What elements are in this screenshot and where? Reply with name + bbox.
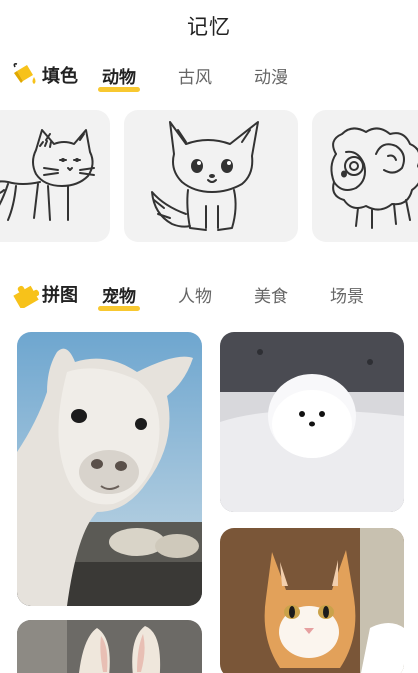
tab-ancient-style[interactable]: 古风	[176, 63, 214, 88]
tab-anime[interactable]: 动漫	[252, 63, 290, 88]
page-title: 记忆	[187, 15, 231, 39]
puzzle-card-pomeranian[interactable]	[220, 332, 404, 512]
puzzle-card-alpaca[interactable]	[17, 332, 202, 606]
coloring-card-cat[interactable]	[0, 110, 110, 242]
sheep-drawing	[330, 127, 418, 229]
tab-animals[interactable]: 动物	[98, 63, 140, 92]
orange-cat-image	[220, 528, 404, 673]
fox-drawing	[151, 121, 259, 231]
cat-drawing	[0, 129, 95, 221]
tab-food[interactable]: 美食	[252, 282, 290, 307]
coloring-card-strip[interactable]	[0, 108, 418, 248]
alpaca-image	[17, 332, 202, 606]
rabbit-image	[17, 620, 202, 673]
puzzle-piece-icon	[10, 279, 40, 309]
pomeranian-image	[220, 332, 404, 512]
coloring-section-title: 填色	[42, 66, 78, 87]
tab-pets[interactable]: 宠物	[98, 282, 140, 311]
tab-scenes[interactable]: 场景	[328, 282, 366, 307]
puzzle-photo-grid[interactable]	[0, 330, 418, 673]
puzzle-card-rabbit[interactable]	[17, 620, 202, 673]
app-header: 记忆	[0, 0, 418, 52]
coloring-section-header: 填色 动物 古风 动漫	[0, 58, 418, 92]
paint-bucket-icon	[10, 60, 40, 90]
coloring-card-sheep[interactable]	[312, 110, 418, 242]
puzzle-card-orange-cat[interactable]	[220, 528, 404, 673]
coloring-card-fox[interactable]	[124, 110, 298, 242]
puzzle-section-header: 拼图 宠物 人物 美食 场景	[0, 277, 418, 311]
puzzle-section-title: 拼图	[42, 285, 78, 306]
tab-people[interactable]: 人物	[176, 282, 214, 307]
